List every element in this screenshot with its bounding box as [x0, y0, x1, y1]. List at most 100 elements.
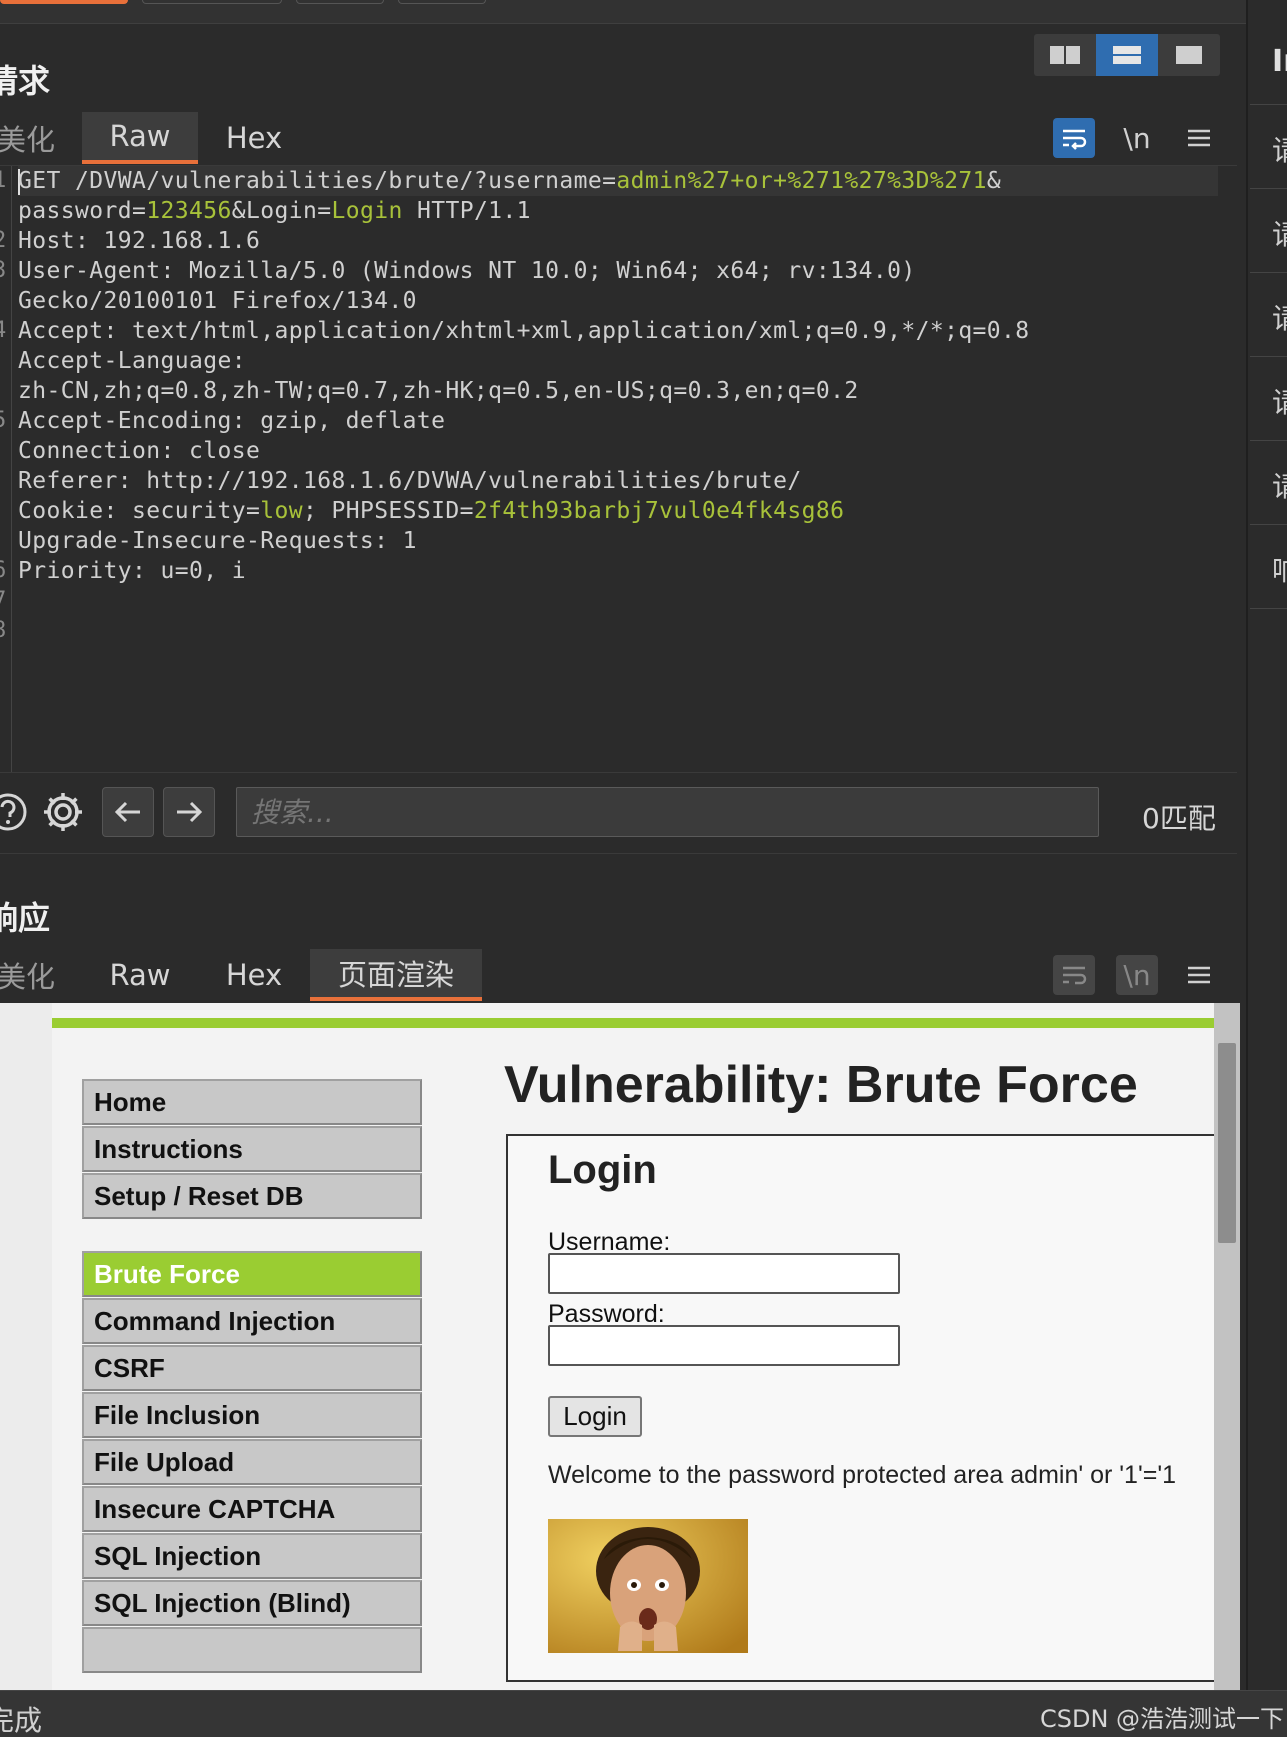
line-number: 1 [0, 168, 6, 193]
login-form-box: Login Username: Password: Login Welcome … [506, 1134, 1214, 1682]
inspector-section[interactable]: 响 [1250, 524, 1287, 608]
top-tab[interactable] [398, 0, 486, 4]
login-button[interactable]: Login [548, 1396, 642, 1437]
inspector-section[interactable]: 请 [1250, 188, 1287, 272]
tab-pretty[interactable]: 美化 [0, 112, 66, 164]
page-title: Vulnerability: Brute Force [504, 1056, 1138, 1114]
menu-item-home[interactable]: Home [82, 1079, 422, 1125]
top-tab-strip [0, 0, 1250, 24]
code-text: password= [18, 198, 147, 224]
wrap-lines-icon[interactable] [1053, 118, 1095, 158]
code-text: Cookie: security= [18, 498, 261, 524]
previous-match-button[interactable] [102, 787, 154, 837]
inspector-section[interactable]: 请 [1250, 440, 1287, 524]
request-tabbar: 美化 Raw Hex \n [0, 112, 1220, 164]
render-margin [0, 1003, 52, 1690]
code-line[interactable]: Accept-Language: [18, 346, 1218, 376]
tab-hex[interactable]: Hex [206, 949, 302, 1001]
menu-item-partial[interactable] [82, 1627, 422, 1673]
top-tab[interactable] [142, 0, 282, 4]
code-text: ; PHPSESSID= [302, 498, 474, 524]
help-icon[interactable] [0, 787, 30, 837]
menu-icon[interactable] [1178, 955, 1220, 995]
user-avatar-photo [548, 1519, 748, 1653]
code-line[interactable]: Gecko/20100101 Firefox/134.0 [18, 286, 1218, 316]
param-value: 2f4th93barbj7vul0e4fk4sg86 [473, 498, 845, 524]
tab-render[interactable]: 页面渲染 [310, 949, 482, 1001]
response-tabbar: 美化 Raw Hex 页面渲染 \n [0, 949, 1220, 1001]
columns-icon [1050, 46, 1080, 64]
username-field[interactable] [548, 1253, 900, 1294]
code-line[interactable]: GET /DVWA/vulnerabilities/brute/?usernam… [18, 166, 1218, 196]
inspector-divider [1250, 608, 1287, 610]
line-number: 8 [0, 618, 6, 643]
menu-item-sql-injection[interactable]: SQL Injection [82, 1533, 422, 1579]
scrollbar-thumb[interactable] [1218, 1043, 1236, 1243]
menu-item-file-upload[interactable]: File Upload [82, 1439, 422, 1485]
request-code[interactable]: GET /DVWA/vulnerabilities/brute/?usernam… [18, 166, 1218, 586]
tab-raw[interactable]: Raw [82, 949, 198, 1001]
menu-icon[interactable] [1178, 118, 1220, 158]
watermark: CSDN @浩浩测试一下 [1040, 1705, 1285, 1733]
inspector-section[interactable]: 请 [1250, 104, 1287, 188]
single-pane-layout-button[interactable] [1158, 34, 1220, 76]
tab-pretty[interactable]: 美化 [0, 949, 66, 1001]
inspector-section-label: 请 [1272, 218, 1287, 251]
burp-repeater-window: 请求 美化 Raw Hex \n 12345678 GET /DVWA/vuln… [0, 0, 1287, 1737]
code-line[interactable]: Accept-Encoding: gzip, deflate [18, 406, 1218, 436]
show-newlines-toggle[interactable]: \n [1116, 955, 1158, 995]
render-scrollbar[interactable] [1214, 1003, 1240, 1690]
layout-toggle[interactable] [1034, 34, 1220, 76]
inspector-section[interactable]: 请 [1250, 356, 1287, 440]
code-text: zh-CN,zh;q=0.8,zh-TW;q=0.7,zh-HK;q=0.5,e… [18, 378, 859, 404]
code-text: & [986, 168, 1002, 194]
code-text: User-Agent: Mozilla/5.0 (Windows NT 10.0… [18, 258, 916, 284]
code-text: &Login= [231, 198, 332, 224]
code-line[interactable]: User-Agent: Mozilla/5.0 (Windows NT 10.0… [18, 256, 1218, 286]
code-line[interactable]: password=123456&Login=Login HTTP/1.1 [18, 196, 1218, 226]
settings-gear-icon[interactable] [38, 787, 88, 837]
code-text: Accept-Encoding: gzip, deflate [18, 408, 446, 434]
inspector-section-label: 请 [1272, 386, 1287, 419]
line-number: 2 [0, 228, 6, 253]
code-text: GET /DVWA/vulnerabilities/brute/?usernam… [18, 168, 617, 194]
code-line[interactable]: Priority: u=0, i [18, 556, 1218, 586]
code-line[interactable]: Referer: http://192.168.1.6/DVWA/vulnera… [18, 466, 1218, 496]
menu-item-setup-reset-db[interactable]: Setup / Reset DB [82, 1173, 422, 1219]
tab-hex[interactable]: Hex [206, 112, 302, 164]
code-line[interactable]: Cookie: security=low; PHPSESSID=2f4th93b… [18, 496, 1218, 526]
code-text: Accept-Language: [18, 348, 246, 374]
code-line[interactable]: Accept: text/html,application/xhtml+xml,… [18, 316, 1218, 346]
code-line[interactable]: Host: 192.168.1.6 [18, 226, 1218, 256]
inspector-section-label: 响 [1272, 554, 1287, 587]
tab-raw[interactable]: Raw [82, 112, 198, 164]
menu-item-command-injection[interactable]: Command Injection [82, 1298, 422, 1344]
side-by-side-layout-button[interactable] [1034, 34, 1096, 76]
single-pane-icon [1176, 46, 1202, 64]
menu-item-file-inclusion[interactable]: File Inclusion [82, 1392, 422, 1438]
status-text: 完成 [0, 1704, 43, 1737]
top-tab-active[interactable] [0, 0, 128, 4]
inspector-section[interactable]: 请 [1250, 272, 1287, 356]
search-input[interactable] [236, 787, 1099, 837]
menu-item-brute-force[interactable]: Brute Force [82, 1251, 422, 1297]
menu-item-insecure-captcha[interactable]: Insecure CAPTCHA [82, 1486, 422, 1532]
stacked-layout-button[interactable] [1096, 34, 1158, 76]
line-number: 3 [0, 258, 6, 283]
show-newlines-toggle[interactable]: \n [1116, 118, 1158, 158]
request-editor[interactable]: 12345678 GET /DVWA/vulnerabilities/brute… [0, 165, 1237, 773]
menu-item-instructions[interactable]: Instructions [82, 1126, 422, 1172]
menu-item-sql-injection-blind[interactable]: SQL Injection (Blind) [82, 1580, 422, 1626]
response-title: 响应 [0, 899, 51, 937]
code-text: Referer: http://192.168.1.6/DVWA/vulnera… [18, 468, 802, 494]
inspector-section-label: 请 [1272, 302, 1287, 335]
next-match-button[interactable] [163, 787, 215, 837]
top-tab[interactable] [296, 0, 384, 4]
code-text: HTTP/1.1 [402, 198, 531, 224]
code-line[interactable]: zh-CN,zh;q=0.8,zh-TW;q=0.7,zh-HK;q=0.5,e… [18, 376, 1218, 406]
code-line[interactable]: Connection: close [18, 436, 1218, 466]
code-line[interactable]: Upgrade-Insecure-Requests: 1 [18, 526, 1218, 556]
password-field[interactable] [548, 1325, 900, 1366]
menu-item-csrf[interactable]: CSRF [82, 1345, 422, 1391]
wrap-lines-icon[interactable] [1053, 955, 1095, 995]
